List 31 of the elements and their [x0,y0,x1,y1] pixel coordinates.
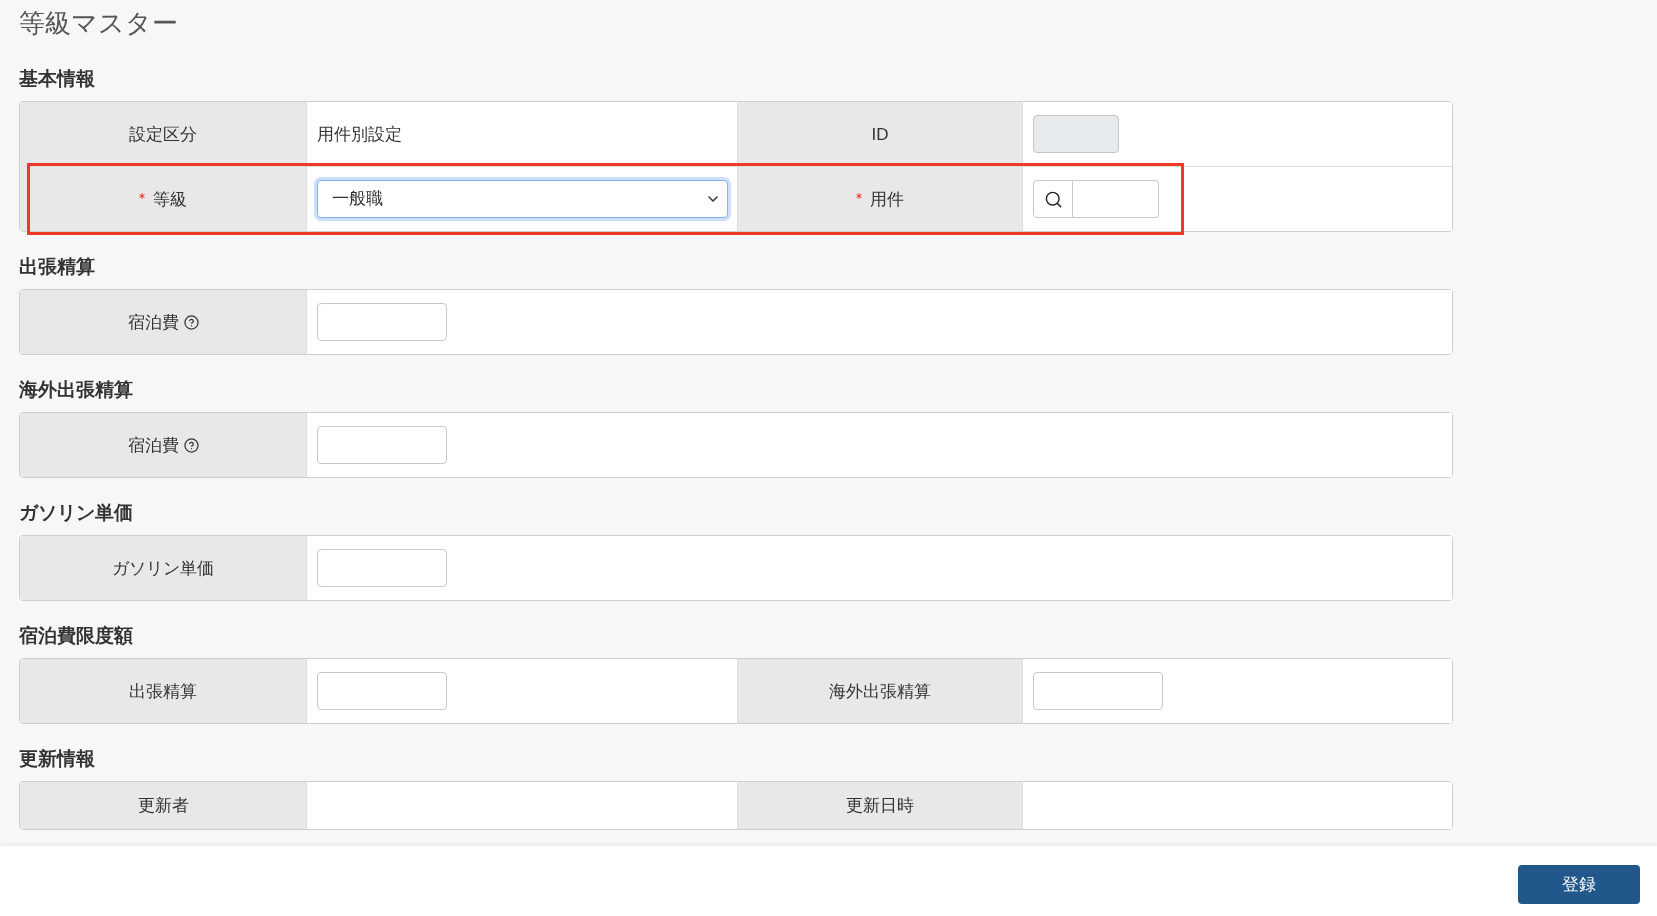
field-label: ガソリン単価 [112,557,214,579]
text-input-field[interactable] [317,672,447,710]
section-heading: 更新情報 [19,747,96,771]
field-label: 設定区分 [129,123,197,145]
field-label: 海外出張精算 [829,680,931,702]
register-button[interactable]: 登録 [1518,865,1640,904]
field-label: ID [871,123,889,145]
field-label: 宿泊費 [127,311,179,333]
section-heading: 基本情報 [19,67,96,91]
field-label: 宿泊費 [127,434,179,456]
readonly-input-field[interactable] [1033,115,1119,153]
section-heading: 宿泊費限度額 [19,624,134,648]
search-button[interactable] [1033,180,1073,218]
field-label: 更新者 [137,795,189,816]
help-icon[interactable] [183,314,199,330]
search-icon [1043,189,1063,209]
section-heading: ガソリン単価 [19,501,134,525]
field-label: 更新日時 [846,795,914,816]
text-input-field[interactable] [317,303,447,341]
field-label: 等級 [153,188,187,210]
field-label: 出張精算 [129,680,197,702]
text-input-field[interactable] [317,426,447,464]
field-label: 用件 [870,188,904,210]
select-dropdown[interactable]: 一般職 [317,180,728,218]
text-input-field[interactable] [317,549,447,587]
page-title: 等級マスター [19,7,179,39]
help-icon[interactable] [183,437,199,453]
text-input-field[interactable] [1033,672,1163,710]
section-heading: 出張精算 [19,255,96,279]
text-input-field[interactable] [1073,180,1159,218]
section-heading: 海外出張精算 [19,378,134,402]
